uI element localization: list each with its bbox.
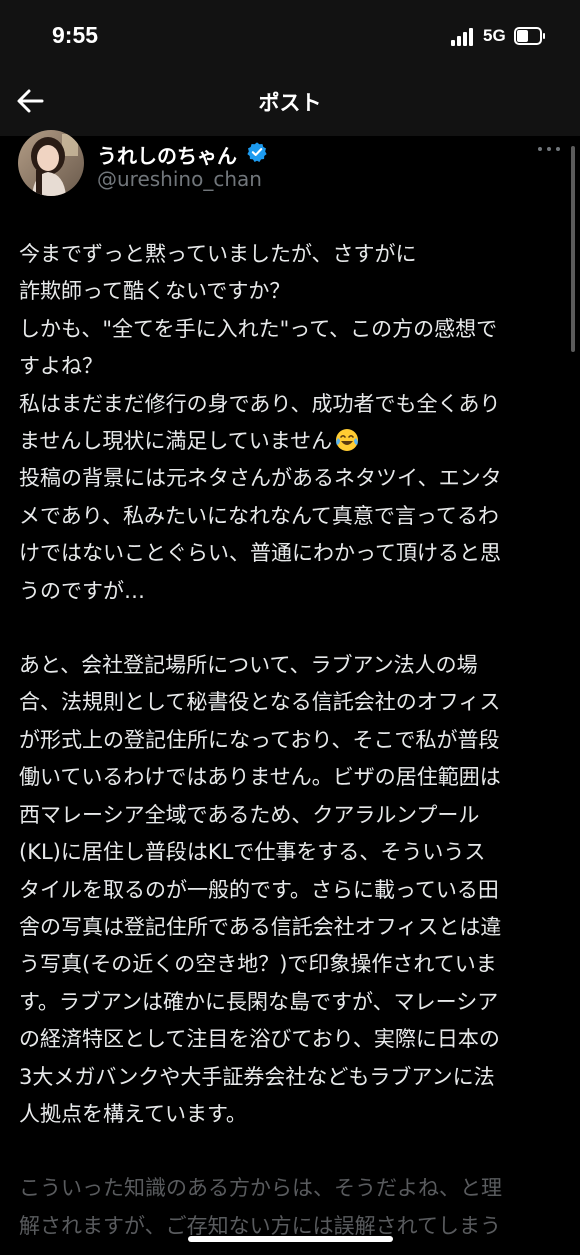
post-text-line-content: う写真(その近くの空き地？)で印象操作されていま bbox=[19, 952, 497, 977]
post-text-line: タイルを取るのが一般的です。さらに載っている田 bbox=[19, 872, 565, 909]
post-text-line-content: タイルを取るのが一般的です。さらに載っている田 bbox=[19, 877, 499, 902]
paragraph-break bbox=[19, 1133, 565, 1170]
post-text-line: あと、会社登記場所について、ラブアン法人の場 bbox=[19, 647, 565, 684]
post-text-line-content: の経済特区として注目を浴びており、実際に日本の bbox=[19, 1027, 500, 1052]
post-text-line: すよね？ bbox=[19, 348, 565, 385]
post-text-line-content: ませんし現状に満足していません bbox=[19, 429, 333, 454]
post-text-line-content: 3大メガバンクや大手証券会社などもラブアンに法 bbox=[19, 1064, 495, 1089]
avatar[interactable] bbox=[18, 130, 84, 196]
post-text-line-content: 今までずっと黙っていましたが、さすがに bbox=[19, 242, 417, 266]
post-text-line-content: メであり、私みたいになれなんて真意で言ってるわ bbox=[19, 503, 499, 528]
post-text-line-content: しかも、"全てを手に入れた"って、この方の感想で bbox=[19, 316, 498, 341]
post-text-line-content: けではないことぐらい、普通にわかって頂けると思 bbox=[19, 541, 501, 566]
post-text-line: けではないことぐらい、普通にわかって頂けると思 bbox=[19, 535, 565, 572]
post-text-line: 3大メガバンクや大手証券会社などもラブアンに法 bbox=[19, 1059, 565, 1096]
post-text-line: 合、法規則として秘書役となる信託会社のオフィス bbox=[19, 684, 565, 721]
top-nav-bar: ポスト bbox=[0, 72, 580, 136]
battery-icon bbox=[514, 27, 546, 45]
post-text-line: しかも、"全てを手に入れた"って、この方の感想で bbox=[19, 311, 565, 348]
post-text-line: 今までずっと黙っていましたが、さすがに bbox=[19, 236, 565, 273]
more-options-button[interactable] bbox=[536, 142, 562, 156]
post-text-line-content: 投稿の背景には元ネタさんがあるネタツイ、エンタ bbox=[19, 466, 502, 491]
post-text-line: うのですが… bbox=[19, 573, 565, 610]
post-text-line-content: が形式上の登記住所になっており、そこで私が普段 bbox=[19, 727, 500, 752]
author-handle[interactable]: @ureshino_chan bbox=[97, 167, 262, 191]
post-text-line-content: こういった知識のある方からは、そうだよね、と理 bbox=[19, 1176, 502, 1201]
post-text-line: す。ラブアンは確かに長閑な島ですが、マレーシア bbox=[19, 984, 565, 1021]
verified-badge-icon bbox=[247, 142, 267, 162]
post-text-line-content: 舎の写真は登記住所である信託会社オフィスとは違 bbox=[19, 914, 502, 939]
post-text-line: こういった知識のある方からは、そうだよね、と理 bbox=[19, 1170, 565, 1207]
post-author-header: うれしのちゃん @ureshino_chan bbox=[0, 130, 580, 216]
post-text-line-content: あと、会社登記場所について、ラブアン法人の場 bbox=[19, 653, 478, 678]
post-text-line: 舎の写真は登記住所である信託会社オフィスとは違 bbox=[19, 909, 565, 946]
post-text-line-content: 詐欺師って酷くないですか？ bbox=[19, 279, 291, 304]
post-text-line-content: 人拠点を構えています。 bbox=[19, 1101, 247, 1126]
status-time: 9:55 bbox=[52, 22, 99, 48]
face-with-tears-of-joy-emoji-icon bbox=[336, 429, 359, 452]
post-text-line-content: 私はまだまだ修行の身であり、成功者でも全くあり bbox=[19, 391, 501, 416]
post-text-line-content: うのですが… bbox=[19, 578, 145, 603]
post-text-line: 私はまだまだ修行の身であり、成功者でも全くあり bbox=[19, 386, 565, 423]
post-text-line-content: 解されますが、ご存知ない方には誤解されてしまう bbox=[19, 1213, 501, 1238]
scrollbar[interactable] bbox=[571, 146, 575, 352]
battery-fill bbox=[517, 30, 528, 42]
post-text-line: う写真(その近くの空き地？)で印象操作されていま bbox=[19, 946, 565, 983]
status-bar: 9:55 5G bbox=[0, 0, 580, 72]
post-text-line: (KL)に居住し普段はKLで仕事をする、そういうス bbox=[19, 834, 565, 871]
cellular-signal-icon bbox=[451, 28, 477, 46]
author-display-name[interactable]: うれしのちゃん bbox=[97, 140, 237, 169]
post-text-line-content: すよね？ bbox=[19, 354, 103, 379]
post-text-line: の経済特区として注目を浴びており、実際に日本の bbox=[19, 1021, 565, 1058]
home-indicator[interactable] bbox=[188, 1236, 393, 1242]
post-text-line-content: す。ラブアンは確かに長閑な島ですが、マレーシア bbox=[19, 989, 499, 1014]
post-text-line: 働いているわけではありません。ビザの居住範囲は bbox=[19, 759, 565, 796]
post-text-line: 詐欺師って酷くないですか？ bbox=[19, 273, 565, 310]
post-text-line: 人拠点を構えています。 bbox=[19, 1096, 565, 1133]
post-text-line: ませんし現状に満足していません bbox=[19, 423, 565, 460]
post-text: 今までずっと黙っていましたが、さすがに 詐欺師って酷くないですか？ しかも、"全てを… bbox=[19, 236, 565, 1245]
post-text-line-content: (KL)に居住し普段はKLで仕事をする、そういうス bbox=[19, 840, 486, 865]
post-text-line: が形式上の登記住所になっており、そこで私が普段 bbox=[19, 722, 565, 759]
network-type: 5G bbox=[483, 26, 506, 45]
paragraph-break bbox=[19, 610, 565, 647]
post-text-line-content: 合、法規則として秘書役となる信託会社のオフィス bbox=[19, 690, 501, 715]
page-title: ポスト bbox=[258, 91, 322, 115]
post-text-line: 西マレーシア全域であるため、クアラルンプール bbox=[19, 797, 565, 834]
post-text-line: 投稿の背景には元ネタさんがあるネタツイ、エンタ bbox=[19, 460, 565, 497]
post-text-line: メであり、私みたいになれなんて真意で言ってるわ bbox=[19, 498, 565, 535]
post-text-line-content: 西マレーシア全域であるため、クアラルンプール bbox=[19, 802, 480, 827]
post-text-line-content: 働いているわけではありません。ビザの居住範囲は bbox=[19, 765, 501, 790]
